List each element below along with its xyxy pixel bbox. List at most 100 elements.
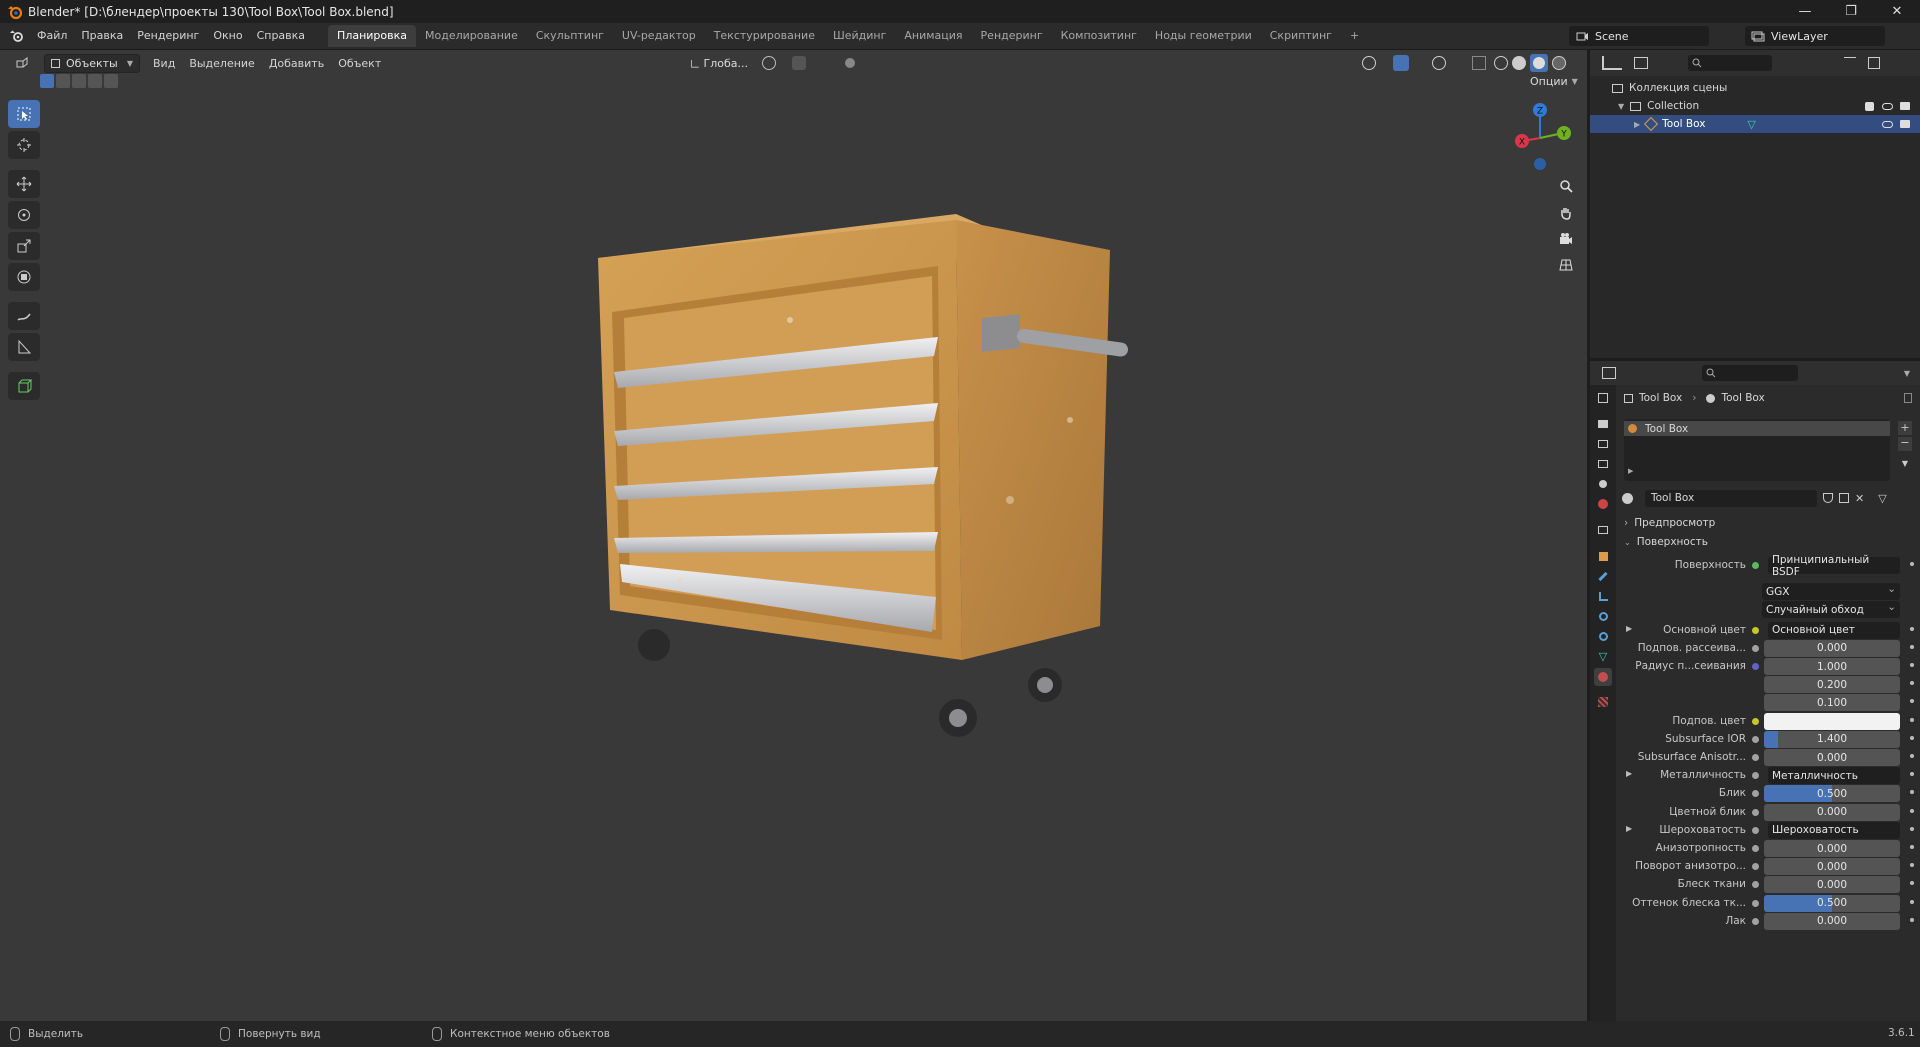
socket-icon[interactable] [1752,881,1759,889]
keyframe-dot-icon[interactable] [1910,808,1914,813]
constraints-tab-icon[interactable] [1594,627,1612,645]
modifier-wrench-icon[interactable] [1594,567,1612,585]
material-tab-icon[interactable] [1594,668,1612,686]
select-box-tool[interactable] [8,100,40,128]
expand-arrow-icon[interactable]: ▶ [1628,467,1633,475]
tab-texture-paint[interactable]: Текстурирование [705,25,824,47]
tab-shading[interactable]: Шейдинг [824,25,895,47]
scene-selector[interactable]: Scene [1569,26,1709,46]
linked-input-field[interactable]: Принципиальный BSDF [1768,554,1900,578]
tab-scripting[interactable]: Скриптинг [1261,25,1341,47]
tab-modeling[interactable]: Моделирование [416,25,527,47]
number-field[interactable]: 0.000 [1764,840,1900,857]
color-swatch-field[interactable] [1764,712,1900,730]
keyframe-dot-icon[interactable] [1910,699,1914,704]
properties-editor-type-icon[interactable] [1602,367,1616,379]
keyframe-dot-icon[interactable] [1910,863,1914,868]
material-datablock[interactable]: Tool Box ✕ ▽ [1618,489,1920,507]
wireframe-shading-icon[interactable] [1494,56,1508,70]
outliner-row-tool-box[interactable]: ▶ Tool Box ▽ [1590,115,1920,133]
keyframe-dot-icon[interactable] [1910,772,1914,777]
number-field[interactable]: 0.100 [1764,694,1900,712]
number-field[interactable]: 0.000 [1764,876,1900,894]
camera-render-icon[interactable] [1900,120,1910,128]
new-collection-icon[interactable] [1868,57,1880,69]
keyframe-dot-icon[interactable] [1910,845,1914,849]
navigation-gizmo[interactable]: Z Y X [1505,100,1575,170]
keyframe-dot-icon[interactable] [1910,626,1914,631]
linked-input-field[interactable]: Основной цвет [1768,621,1900,639]
minimize-button[interactable]: — [1782,0,1828,23]
tool-tab-icon[interactable] [1594,389,1612,407]
select-intersect-icon[interactable] [104,74,118,88]
keyframe-dot-icon[interactable] [1910,735,1914,740]
number-field[interactable]: 1.400 [1764,730,1900,748]
preview-panel-header[interactable]: › Предпросмотр [1624,517,1715,529]
number-field[interactable]: 0.000 [1764,803,1900,821]
perspective-grid-icon[interactable] [1554,253,1578,277]
chevron-down-icon[interactable]: ▼ [1904,369,1910,378]
keyframe-dot-icon[interactable] [1910,562,1914,566]
transform-tool[interactable] [8,263,40,291]
viewport-menu-view[interactable]: Вид [146,57,182,70]
solid-shading-icon[interactable] [1512,56,1526,70]
node-link-icon[interactable]: ▽ [1878,492,1886,505]
overlay-toggle-icon[interactable] [1432,56,1446,70]
menu-help[interactable]: Справка [250,26,312,46]
cursor-tool[interactable] [8,131,40,159]
physics-tab-icon[interactable] [1594,607,1612,625]
tab-rendering[interactable]: Рендеринг [972,25,1052,47]
measure-tool[interactable] [8,333,40,361]
menu-render[interactable]: Рендеринг [130,26,206,46]
3d-viewport[interactable]: Объекты ▼ Вид Выделение Добавить Объект … [0,50,1587,1021]
socket-icon[interactable] [1752,562,1759,569]
camera-render-icon[interactable] [1900,102,1910,110]
camera-view-icon[interactable] [1554,227,1578,251]
menu-file[interactable]: Файл [30,26,74,46]
socket-icon[interactable] [1752,917,1759,925]
snap-icon[interactable] [792,56,806,70]
expand-arrow-icon[interactable]: ▶ [1626,824,1632,833]
add-slot-button[interactable]: + [1898,421,1912,435]
rendered-shading-icon[interactable] [1552,56,1566,70]
particles-tab-icon[interactable] [1594,587,1612,605]
tab-compositing[interactable]: Композитинг [1052,25,1146,47]
keyframe-dot-icon[interactable] [1910,826,1914,831]
pivot-icon[interactable] [762,56,776,70]
remove-slot-button[interactable]: − [1898,437,1912,451]
xray-toggle-icon[interactable] [1472,56,1486,70]
outliner-row-scene-collection[interactable]: Коллекция сцены [1590,79,1920,97]
socket-icon[interactable] [1752,790,1759,798]
display-mode-icon[interactable] [1634,57,1648,69]
add-cube-tool[interactable] [8,372,40,400]
keyframe-dot-icon[interactable] [1910,681,1914,686]
gizmo-toggle-icon[interactable] [1393,55,1409,71]
transform-orientation-dropdown[interactable]: Глоба... [684,54,754,73]
socket-icon[interactable] [1752,735,1759,743]
viewport-menu-object[interactable]: Объект [331,57,388,70]
socket-icon[interactable] [1752,863,1759,871]
socket-icon[interactable] [1752,826,1759,834]
keyframe-dot-icon[interactable] [1910,644,1914,649]
tab-uv-editing[interactable]: UV-редактор [613,25,705,47]
unlink-material-icon[interactable]: ✕ [1855,492,1864,505]
rotate-tool[interactable] [8,201,40,229]
keyframe-dot-icon[interactable] [1910,663,1914,667]
menu-window[interactable]: Окно [206,26,249,46]
maximize-button[interactable]: ❐ [1828,0,1874,23]
filter-icon[interactable] [1844,57,1856,69]
texture-tab-icon[interactable] [1594,693,1612,711]
number-field[interactable]: 0.000 [1764,858,1900,876]
dropdown-field[interactable]: Случайный обход ⌄ [1762,601,1900,619]
outliner-editor-type-icon[interactable] [1602,56,1622,70]
eye-icon[interactable] [1882,102,1893,110]
mode-dropdown[interactable]: Объекты ▼ [44,53,140,73]
surface-panel-header[interactable]: ⌄ Поверхность [1624,536,1708,548]
visibility-icon[interactable] [1362,56,1376,70]
keyframe-dot-icon[interactable] [1910,790,1914,795]
options-dropdown[interactable]: Опции ▼ [1524,72,1584,91]
socket-icon[interactable] [1752,808,1759,816]
tab-layout[interactable]: Планировка [328,25,417,47]
keyframe-dot-icon[interactable] [1910,754,1914,758]
view-layer-tab-icon[interactable] [1594,455,1612,473]
